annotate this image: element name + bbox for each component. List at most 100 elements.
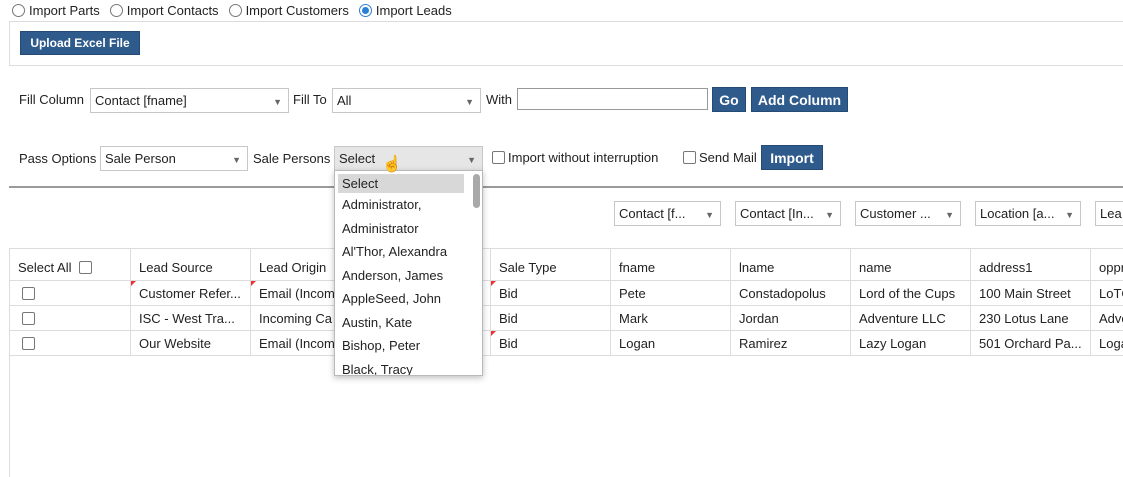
select-all-label: Select All (18, 260, 72, 275)
column-mapping-select[interactable]: Contact [In... ▼ (735, 201, 841, 226)
sale-persons-value: Select (339, 151, 376, 166)
radio-label: Import Leads (375, 3, 452, 18)
row-checkbox[interactable] (22, 336, 35, 350)
column-mapping-select[interactable]: Customer ... ▼ (855, 201, 961, 226)
column-header: lname (730, 249, 850, 280)
column-mapping-select[interactable]: Lea (1095, 201, 1123, 226)
table-row: Our Website Email (Incom Bid Logan Ramir… (10, 331, 1123, 356)
table-cell: Adventure LLC (850, 306, 970, 330)
dropdown-option[interactable]: Bishop, Peter (335, 334, 482, 358)
fill-column-select[interactable]: Contact [fname] ▼ (90, 88, 289, 113)
mapping-value: Location [a... (980, 206, 1055, 221)
checkbox[interactable] (683, 151, 696, 164)
select-all-checkbox[interactable] (79, 261, 93, 274)
upload-excel-button[interactable]: Upload Excel File (20, 31, 140, 55)
checkbox-label: Send Mail (699, 150, 757, 165)
table-cell: 100 Main Street (970, 281, 1090, 305)
dropdown-option[interactable]: Austin, Kate (335, 311, 482, 335)
scroll-thumb[interactable] (473, 174, 480, 208)
radio-import-leads[interactable]: Import Leads (358, 3, 452, 18)
radio-circle[interactable] (109, 4, 123, 17)
table-cell: Logan (610, 331, 730, 355)
dropdown-option[interactable]: Administrator, (335, 193, 482, 217)
table-row: Customer Refer... Email (Incom Bid Pete … (10, 281, 1123, 306)
column-header: oppr (1090, 249, 1123, 280)
table-cell: Lord of the Cups (850, 281, 970, 305)
table-cell: Bid (490, 306, 610, 330)
table-cell: Adve (1090, 306, 1123, 330)
radio-label: Import Customers (245, 3, 349, 18)
dropdown-option[interactable]: Administrator (335, 217, 482, 241)
import-without-interruption[interactable]: Import without interruption (492, 150, 658, 165)
mapping-value: Contact [f... (619, 206, 686, 221)
row-select-cell[interactable] (10, 306, 130, 330)
import-grid: Select All Lead Source Lead Origin Sale … (9, 248, 1123, 477)
add-column-button[interactable]: Add Column (751, 87, 848, 112)
column-mapping-select[interactable]: Contact [f... ▼ (614, 201, 721, 226)
table-cell: Our Website (130, 331, 250, 355)
radio-import-customers[interactable]: Import Customers (228, 3, 349, 18)
radio-import-parts[interactable]: Import Parts (12, 3, 100, 18)
cell-text: Bid (499, 285, 518, 301)
flag-marker (131, 281, 136, 286)
dropdown-option[interactable]: Black, Tracy (335, 358, 482, 376)
table-cell: Lazy Logan (850, 331, 970, 355)
table-cell: Mark (610, 306, 730, 330)
column-header: Lead Source (130, 249, 250, 280)
dropdown-option[interactable]: Anderson, James (335, 264, 482, 288)
import-button[interactable]: Import (761, 145, 823, 170)
dropdown-scrollbar[interactable] (472, 174, 480, 374)
section-divider (9, 186, 1123, 188)
mapping-value: Customer ... (860, 206, 931, 221)
radio-circle[interactable] (12, 4, 25, 17)
sale-persons-dropdown: Select Administrator, Administrator Al'T… (334, 170, 483, 376)
chevron-down-icon: ▼ (1065, 210, 1074, 220)
with-input[interactable] (517, 88, 708, 110)
radio-label: Import Parts (29, 3, 100, 18)
cell-text: Customer Refer... (139, 285, 241, 301)
column-header: fname (610, 249, 730, 280)
chevron-down-icon: ▼ (465, 97, 474, 107)
column-header: name (850, 249, 970, 280)
chevron-down-icon: ▼ (945, 210, 954, 220)
table-cell: 501 Orchard Pa... (970, 331, 1090, 355)
pass-options-select[interactable]: Sale Person ▼ (100, 146, 248, 171)
row-checkbox[interactable] (22, 286, 35, 300)
table-cell: Customer Refer... (130, 281, 250, 305)
flag-marker (251, 281, 256, 286)
table-cell: ISC - West Tra... (130, 306, 250, 330)
send-mail[interactable]: Send Mail (683, 150, 757, 165)
table-cell: Loga (1090, 331, 1123, 355)
table-row: ISC - West Tra... Incoming Ca Bid Mark J… (10, 306, 1123, 331)
table-cell: Ramirez (730, 331, 850, 355)
dropdown-option[interactable]: Al'Thor, Alexandra (335, 240, 482, 264)
column-header: Sale Type (490, 249, 610, 280)
chevron-down-icon: ▼ (467, 155, 476, 165)
radio-import-contacts[interactable]: Import Contacts (109, 3, 219, 18)
table-cell: Jordan (730, 306, 850, 330)
chevron-down-icon: ▼ (273, 97, 282, 107)
column-mapping-select[interactable]: Location [a... ▼ (975, 201, 1081, 226)
row-select-cell[interactable] (10, 331, 130, 355)
grid-header: Select All Lead Source Lead Origin Sale … (10, 248, 1123, 281)
import-type-group: Import Parts Import Contacts Import Cust… (12, 3, 452, 18)
fill-to-select[interactable]: All ▼ (332, 88, 481, 113)
dropdown-option[interactable]: AppleSeed, John (335, 287, 482, 311)
chevron-down-icon: ▼ (232, 155, 241, 165)
chevron-down-icon: ▼ (825, 210, 834, 220)
radio-circle[interactable] (228, 4, 242, 17)
go-button[interactable]: Go (712, 87, 746, 112)
fill-to-label: Fill To (293, 92, 327, 107)
row-select-cell[interactable] (10, 281, 130, 305)
checkbox[interactable] (492, 151, 505, 164)
radio-circle-checked[interactable] (358, 4, 372, 17)
row-checkbox[interactable] (22, 311, 35, 325)
dropdown-option[interactable]: Select (338, 174, 464, 193)
table-cell: Bid (490, 331, 610, 355)
upload-panel: Upload Excel File (9, 21, 1123, 66)
select-all-cell[interactable]: Select All (10, 249, 130, 280)
sale-persons-select[interactable]: Select ▼ (334, 146, 483, 171)
with-label: With (486, 92, 512, 107)
flag-marker (491, 331, 496, 336)
sale-persons-label: Sale Persons (253, 151, 331, 166)
